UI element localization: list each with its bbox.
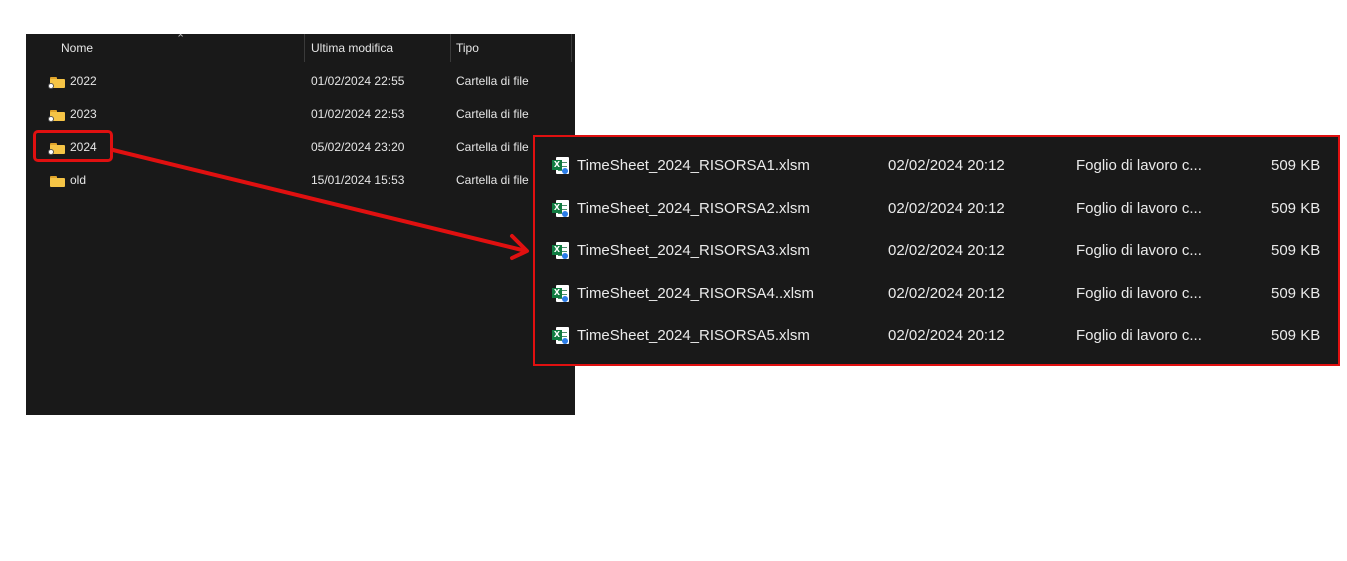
column-header-bar: Nome ⌃ Ultima modifica Tipo xyxy=(26,33,575,62)
column-divider[interactable] xyxy=(571,34,572,62)
excel-macro-icon: X xyxy=(552,285,569,302)
column-divider[interactable] xyxy=(304,34,305,62)
excel-macro-icon: X xyxy=(552,157,569,174)
file-row[interactable]: X TimeSheet_2024_RISORSA2.xlsm 02/02/202… xyxy=(535,187,1338,230)
folder-row-old[interactable]: old 15/01/2024 15:53 Cartella di file xyxy=(26,164,575,197)
column-divider[interactable] xyxy=(450,34,451,62)
file-row[interactable]: X TimeSheet_2024_RISORSA4..xlsm 02/02/20… xyxy=(535,272,1338,315)
file-name: TimeSheet_2024_RISORSA1.xlsm xyxy=(577,157,810,174)
file-type: Foglio di lavoro c... xyxy=(1076,327,1202,344)
file-size: 509 KB xyxy=(1271,157,1321,174)
folder-icon xyxy=(50,176,65,187)
file-type: Foglio di lavoro c... xyxy=(1076,157,1202,174)
file-modified: 02/02/2024 20:12 xyxy=(888,242,1005,259)
file-modified: 02/02/2024 20:12 xyxy=(888,327,1005,344)
folder-name: old xyxy=(70,173,87,187)
folder-name: 2023 xyxy=(70,107,97,121)
folder-modified: 15/01/2024 15:53 xyxy=(311,173,405,187)
file-size: 509 KB xyxy=(1271,285,1321,302)
file-explorer-list: Nome ⌃ Ultima modifica Tipo 2022 01/02/2… xyxy=(26,33,575,415)
file-name: TimeSheet_2024_RISORSA3.xlsm xyxy=(577,242,810,259)
folder-sync-icon xyxy=(48,110,65,122)
folder-name: 2022 xyxy=(70,74,97,88)
file-type: Foglio di lavoro c... xyxy=(1076,200,1202,217)
file-modified: 02/02/2024 20:12 xyxy=(888,200,1005,217)
folder-row-2022[interactable]: 2022 01/02/2024 22:55 Cartella di file xyxy=(26,65,575,98)
highlight-box-2024 xyxy=(33,130,113,162)
folder-type: Cartella di file xyxy=(456,107,529,121)
file-row[interactable]: X TimeSheet_2024_RISORSA1.xlsm 02/02/202… xyxy=(535,144,1338,187)
folder-sync-icon xyxy=(48,77,65,89)
file-modified: 02/02/2024 20:12 xyxy=(888,285,1005,302)
folder-modified: 01/02/2024 22:55 xyxy=(311,74,405,88)
excel-macro-icon: X xyxy=(552,327,569,344)
folder-type: Cartella di file xyxy=(456,173,529,187)
folder-row-2023[interactable]: 2023 01/02/2024 22:53 Cartella di file xyxy=(26,98,575,131)
file-type: Foglio di lavoro c... xyxy=(1076,242,1202,259)
column-header-modified[interactable]: Ultima modifica xyxy=(311,34,393,62)
excel-macro-icon: X xyxy=(552,242,569,259)
file-name: TimeSheet_2024_RISORSA4..xlsm xyxy=(577,285,815,302)
column-header-name[interactable]: Nome xyxy=(61,34,93,62)
folder-modified: 05/02/2024 23:20 xyxy=(311,140,405,154)
file-size: 509 KB xyxy=(1271,242,1321,259)
file-modified: 02/02/2024 20:12 xyxy=(888,157,1005,174)
file-name: TimeSheet_2024_RISORSA2.xlsm xyxy=(577,200,810,217)
file-type: Foglio di lavoro c... xyxy=(1076,285,1202,302)
file-row[interactable]: X TimeSheet_2024_RISORSA5.xlsm 02/02/202… xyxy=(535,314,1338,357)
column-header-type[interactable]: Tipo xyxy=(456,34,479,62)
folder-type: Cartella di file xyxy=(456,140,529,154)
sort-ascending-icon: ⌃ xyxy=(176,33,186,45)
file-row[interactable]: X TimeSheet_2024_RISORSA3.xlsm 02/02/202… xyxy=(535,229,1338,272)
folder-type: Cartella di file xyxy=(456,74,529,88)
folder-contents-zoom-panel: X TimeSheet_2024_RISORSA1.xlsm 02/02/202… xyxy=(533,135,1340,366)
folder-modified: 01/02/2024 22:53 xyxy=(311,107,405,121)
file-name: TimeSheet_2024_RISORSA5.xlsm xyxy=(577,327,810,344)
excel-macro-icon: X xyxy=(552,200,569,217)
file-size: 509 KB xyxy=(1271,327,1321,344)
file-size: 509 KB xyxy=(1271,200,1321,217)
